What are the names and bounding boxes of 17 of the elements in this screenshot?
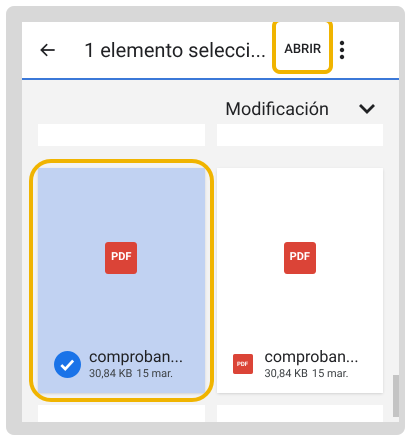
app-bar-title: 1 elemento selecci... [84, 37, 266, 64]
file-card[interactable]: PDF comproban... 30,84 KB 15 mar. [38, 168, 204, 393]
pdf-file-icon: PDF [105, 242, 138, 274]
sort-label[interactable]: Modificación [225, 96, 329, 122]
open-button[interactable]: ABRIR [274, 30, 332, 70]
file-name: comproban... [89, 347, 184, 368]
file-date: 15 mar. [136, 367, 174, 381]
file-size: 30,84 KB [89, 367, 132, 381]
checkmark-icon [54, 350, 81, 378]
scrollbar-thumb[interactable] [393, 375, 399, 417]
file-date: 15 mar. [312, 367, 349, 381]
highlight-frame [272, 22, 334, 74]
more-options-icon[interactable] [339, 40, 346, 60]
chevron-down-icon[interactable] [357, 102, 377, 116]
file-size: 30,84 KB [264, 367, 308, 381]
pdf-file-icon: PDF [284, 242, 316, 274]
file-name: comproban... [264, 347, 359, 368]
